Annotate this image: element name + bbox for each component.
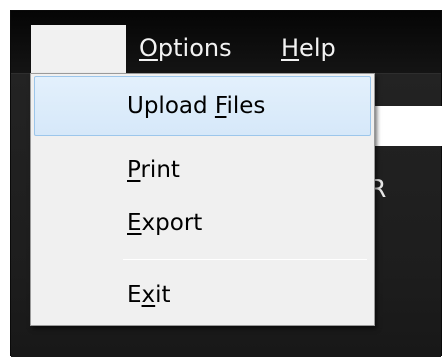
- menu-item-label: Print: [127, 157, 180, 183]
- menu-options-mnemonic: O: [139, 34, 158, 62]
- menu-file-open[interactable]: [31, 25, 126, 73]
- menu-help[interactable]: Help: [281, 28, 336, 68]
- menu-item-label: Exit: [127, 282, 171, 308]
- app-frame: R Options Help Upload Files Print Export…: [10, 10, 442, 357]
- menu-item-label: Upload Files: [127, 93, 266, 119]
- app-window: R Options Help Upload Files Print Export…: [0, 0, 442, 357]
- menu-help-rest: elp: [299, 34, 336, 62]
- menu-options[interactable]: Options: [139, 28, 232, 68]
- menu-item-label: Export: [127, 210, 203, 236]
- file-dropdown-menu: Upload Files Print Export Exit: [30, 73, 375, 326]
- menu-item-export[interactable]: Export: [34, 198, 371, 248]
- menu-item-upload-files[interactable]: Upload Files: [34, 76, 371, 136]
- menu-help-mnemonic: H: [281, 34, 300, 62]
- menu-separator: [123, 259, 367, 260]
- menu-item-print[interactable]: Print: [34, 145, 371, 195]
- menu-item-exit[interactable]: Exit: [34, 270, 371, 320]
- menu-options-rest: ptions: [157, 34, 232, 62]
